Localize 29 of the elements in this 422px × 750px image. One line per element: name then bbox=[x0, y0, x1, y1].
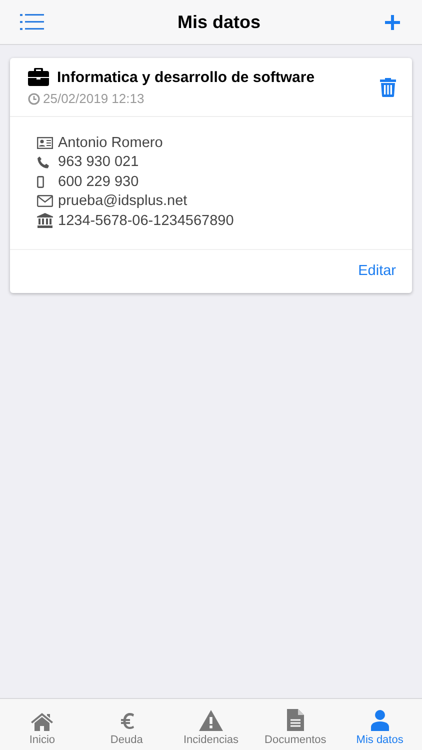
edit-link[interactable]: Editar bbox=[358, 262, 396, 278]
card-title: Informatica y desarrollo de software bbox=[57, 68, 315, 86]
warning-icon bbox=[199, 710, 224, 731]
home-icon bbox=[31, 713, 54, 731]
detail-text: 1234-5678-06-1234567890 bbox=[58, 212, 234, 229]
id-card-icon bbox=[37, 136, 53, 149]
tab[interactable]: Mis datos bbox=[338, 699, 422, 750]
detail-text: Antonio Romero bbox=[58, 134, 163, 151]
tab[interactable]: Documentos bbox=[253, 699, 338, 750]
envelope-icon bbox=[37, 195, 53, 208]
phone-icon bbox=[37, 156, 50, 169]
tab[interactable]: Inicio bbox=[0, 699, 84, 750]
detail-text: 600 229 930 bbox=[58, 174, 139, 190]
tab[interactable]: Incidencias bbox=[168, 699, 254, 750]
screen-title: Mis datos bbox=[177, 12, 260, 32]
detail-text: 963 930 021 bbox=[58, 154, 139, 170]
user-icon bbox=[370, 710, 389, 731]
document-icon bbox=[286, 709, 304, 731]
date-text: 25/02/2019 12:13 bbox=[43, 91, 144, 106]
briefcase-icon bbox=[28, 68, 49, 86]
mobile-phone-icon bbox=[37, 176, 44, 188]
trash-icon[interactable] bbox=[380, 78, 396, 96]
tab[interactable]: Deuda bbox=[84, 699, 169, 750]
add-icon[interactable] bbox=[384, 14, 400, 30]
detail-text: prueba@idsplus.net bbox=[58, 193, 188, 210]
menu-icon[interactable] bbox=[20, 14, 44, 30]
bank-icon bbox=[37, 213, 53, 228]
euro-icon bbox=[118, 711, 135, 731]
clock-icon bbox=[28, 92, 40, 104]
